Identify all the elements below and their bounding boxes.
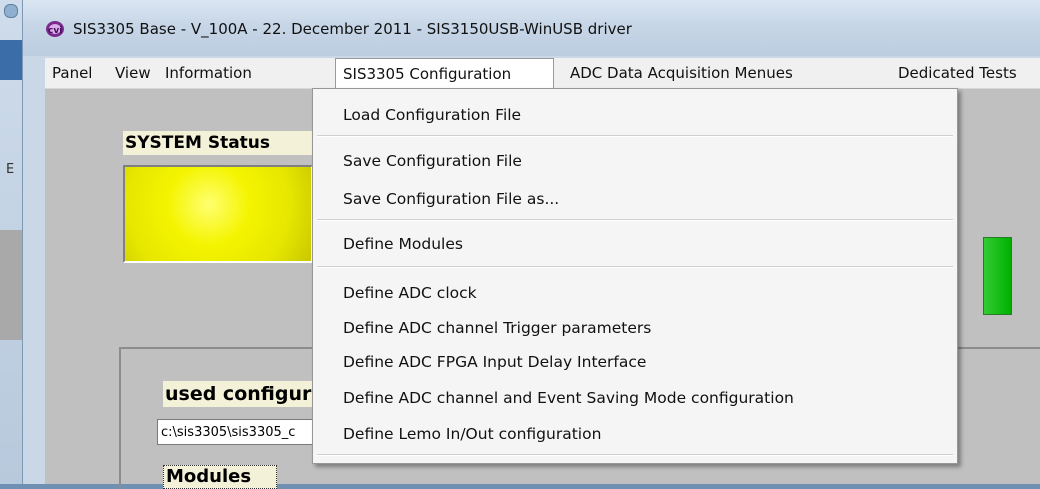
menu-sis3305-configuration[interactable]: SIS3305 Configuration: [335, 58, 554, 88]
background-app-icon: [4, 4, 18, 18]
menu-separator: [317, 454, 953, 456]
menu-item-define-adc-fpga-input-delay[interactable]: Define ADC FPGA Input Delay Interface: [343, 347, 646, 377]
background-strip: [0, 230, 22, 340]
config-path-field[interactable]: c:\sis3305\sis3305_c: [157, 419, 337, 445]
menu-item-define-modules[interactable]: Define Modules: [343, 229, 463, 259]
title-bar[interactable]: cvi SIS3305 Base - V_100A - 22. December…: [23, 0, 1040, 56]
modules-button[interactable]: Modules: [163, 465, 277, 489]
sis3305-configuration-dropdown: Load Configuration File Save Configurati…: [312, 88, 958, 464]
system-status-indicator: [123, 165, 313, 263]
menu-separator: [317, 135, 953, 137]
menu-item-load-configuration-file[interactable]: Load Configuration File: [343, 100, 521, 130]
menu-item-save-configuration-file-as[interactable]: Save Configuration File as...: [343, 184, 559, 214]
menu-item-define-adc-clock[interactable]: Define ADC clock: [343, 278, 477, 308]
background-strip: [0, 40, 22, 80]
menu-panel[interactable]: Panel: [45, 58, 99, 88]
menu-information[interactable]: Information: [158, 58, 259, 88]
system-status-label: SYSTEM Status: [123, 131, 323, 155]
svg-text:cvi: cvi: [48, 26, 62, 36]
background-window: E: [0, 0, 23, 484]
menu-item-define-adc-trigger-parameters[interactable]: Define ADC channel Trigger parameters: [343, 313, 651, 343]
menu-separator: [317, 266, 953, 268]
menu-item-define-lemo-in-out[interactable]: Define Lemo In/Out configuration: [343, 419, 601, 449]
status-led-green: [983, 237, 1012, 315]
cvi-app-icon: cvi: [46, 21, 64, 37]
menu-dedicated-tests[interactable]: Dedicated Tests: [891, 58, 1024, 88]
window-title: SIS3305 Base - V_100A - 22. December 201…: [73, 20, 632, 38]
menu-view[interactable]: View: [108, 58, 158, 88]
background-text: E: [6, 162, 15, 177]
menu-item-define-adc-event-saving-mode[interactable]: Define ADC channel and Event Saving Mode…: [343, 383, 794, 413]
menu-item-save-configuration-file[interactable]: Save Configuration File: [343, 146, 522, 176]
menu-bar: Panel View Information SIS3305 Configura…: [45, 58, 1040, 89]
menu-separator: [317, 219, 953, 221]
menu-adc-data-acquisition[interactable]: ADC Data Acquisition Menues: [563, 58, 800, 88]
